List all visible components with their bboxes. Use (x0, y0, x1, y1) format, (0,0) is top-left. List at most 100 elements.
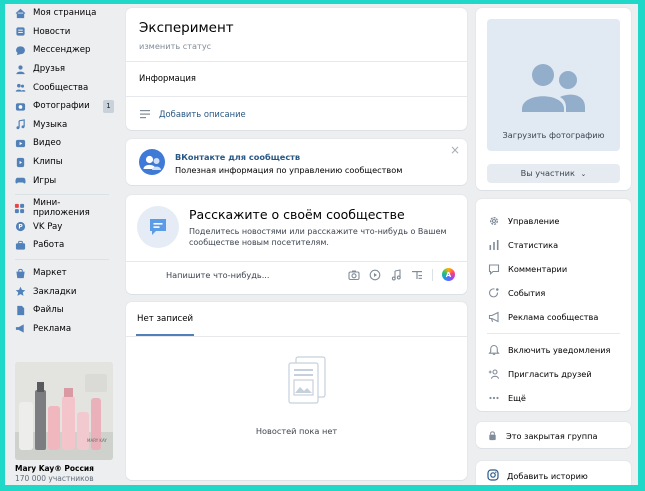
post-input[interactable]: Напишите что-нибудь... (166, 270, 270, 280)
community-header-card: Эксперимент изменить статус Информация Д… (126, 8, 467, 130)
nav-item-news[interactable]: Новости (5, 23, 117, 42)
messenger-icon (14, 44, 26, 56)
menu-item-comments[interactable]: Комментарии (487, 262, 567, 275)
divider (126, 61, 467, 62)
video-icon (14, 137, 26, 149)
menu-item-community-ads[interactable]: Реклама сообщества (487, 310, 598, 323)
stats-icon (487, 238, 500, 251)
menu-item-events[interactable]: События (487, 286, 545, 299)
nav-item-messenger[interactable]: Мессенджер (5, 41, 117, 60)
upload-photo-label[interactable]: Загрузить фотографию (487, 130, 620, 140)
nav-label: Друзья (33, 64, 66, 75)
divider (126, 336, 467, 337)
promo-title[interactable]: ВКонтакте для сообществ (175, 152, 300, 162)
nav-item-communities[interactable]: Сообщества (5, 78, 117, 97)
add-description-button[interactable]: Добавить описание (139, 108, 246, 120)
vk-for-communities-card[interactable]: ВКонтакте для сообществ Полезная информа… (126, 139, 467, 185)
author-avatar[interactable]: A (442, 268, 455, 281)
nav-divider (15, 193, 109, 195)
toolbar-divider (432, 268, 433, 281)
events-icon (487, 286, 500, 299)
close-icon[interactable]: × (450, 143, 460, 157)
nav-label: Фотографии (33, 101, 90, 112)
closed-group-card[interactable]: Это закрытая группа (476, 422, 631, 448)
nav-label: Моя страница (33, 8, 97, 19)
nav-item-video[interactable]: Видео (5, 134, 117, 153)
nav-label: Маркет (33, 268, 67, 279)
nav-item-music[interactable]: Музыка (5, 116, 117, 135)
menu-label: Статистика (508, 239, 559, 250)
empty-feed-text: Новостей пока нет (255, 426, 338, 436)
group-avatar-icon (522, 64, 585, 112)
nav-item-my-page[interactable]: Моя страница (5, 4, 117, 23)
edit-status-link[interactable]: изменить статус (139, 41, 211, 51)
composer-hint: Поделитесь новостями или расскажите что-… (189, 227, 447, 247)
menu-item-manage[interactable]: Управление (487, 214, 559, 227)
nav-item-bookmarks[interactable]: Закладки (5, 282, 117, 301)
nav-label: VK Pay (33, 221, 63, 232)
ad-image[interactable]: MARY KAY (15, 362, 113, 460)
composer-heading: Расскажите о своём сообществе (189, 207, 405, 222)
post-composer-card: Расскажите о своём сообществе Поделитесь… (126, 195, 467, 294)
cosmetics-illustration: MARY KAY (15, 362, 113, 460)
nav-item-ads[interactable]: Реклама (5, 320, 117, 339)
video-play-icon[interactable] (369, 269, 381, 281)
community-photo-card: Загрузить фотографию Вы участник ⌄ (476, 8, 631, 190)
closed-group-label: Это закрытая группа (506, 431, 598, 441)
menu-label: События (508, 287, 546, 298)
add-story-card[interactable]: Добавить историю (476, 461, 631, 485)
lock-icon (487, 430, 499, 442)
nav-item-games[interactable]: Игры (5, 171, 117, 190)
music-icon (14, 119, 26, 131)
add-story-row: Добавить историю (487, 469, 588, 482)
add-description-label: Добавить описание (159, 109, 246, 119)
text-lines-icon (140, 110, 150, 119)
article-icon[interactable] (411, 269, 423, 281)
nav-label: Реклама (33, 323, 72, 334)
community-actions-menu: Управление Статистика Комментарии Событи… (476, 199, 631, 411)
mini-apps-icon (14, 202, 26, 214)
nav-item-files[interactable]: Файлы (5, 301, 117, 320)
ad-subtitle: 170 000 участников (15, 474, 94, 483)
menu-label: Реклама сообщества (508, 311, 599, 322)
invite-icon (487, 367, 500, 380)
menu-item-notifications[interactable]: Включить уведомления (487, 343, 610, 356)
upload-photo-area[interactable]: Загрузить фотографию (487, 19, 620, 151)
menu-item-more[interactable]: Ещё (487, 391, 526, 404)
menu-item-stats[interactable]: Статистика (487, 238, 558, 251)
tab-no-posts[interactable]: Нет записей (137, 314, 193, 324)
menu-label: Пригласить друзей (508, 368, 592, 379)
nav-label: Закладки (33, 286, 77, 297)
nav-label: Музыка (33, 119, 68, 130)
bell-icon (487, 343, 500, 356)
comments-icon (487, 262, 500, 275)
nav-item-photos[interactable]: Фотографии 1 (5, 97, 117, 116)
nav-item-work[interactable]: Работа (5, 236, 117, 255)
ad-title[interactable]: Mary Kay® Россия (15, 464, 113, 473)
menu-label: Включить уведомления (508, 344, 611, 355)
clips-icon (14, 156, 26, 168)
promo-text: Полезная информация по управлению сообще… (175, 165, 403, 175)
ads-icon (14, 323, 26, 335)
nav-item-clips[interactable]: Клипы (5, 153, 117, 172)
menu-label: Комментарии (508, 263, 568, 274)
news-icon (14, 26, 26, 38)
divider (126, 261, 467, 262)
divider (487, 333, 620, 334)
nav-item-friends[interactable]: Друзья (5, 60, 117, 79)
nav-item-market[interactable]: Маркет (5, 264, 117, 283)
community-title: Эксперимент (139, 20, 234, 36)
music-note-icon[interactable] (390, 268, 402, 281)
camera-icon[interactable] (348, 269, 360, 281)
vkpay-icon: P (14, 221, 26, 233)
left-nav: Моя страница Новости Мессенджер Друзья С… (5, 4, 117, 338)
home-icon (14, 7, 26, 19)
chevron-down-icon: ⌄ (580, 170, 587, 178)
work-icon (14, 239, 26, 251)
wall-card: Нет записей Новостей пока нет (126, 302, 467, 480)
nav-item-mini-apps[interactable]: Мини-приложения (5, 198, 117, 218)
menu-item-invite[interactable]: Пригласить друзей (487, 367, 592, 380)
membership-dropdown[interactable]: Вы участник ⌄ (487, 164, 620, 183)
nav-item-vkpay[interactable]: P VK Pay (5, 218, 117, 237)
sponsored-community[interactable]: MARY KAY Mary Kay® Россия 170 000 участн… (15, 362, 113, 483)
